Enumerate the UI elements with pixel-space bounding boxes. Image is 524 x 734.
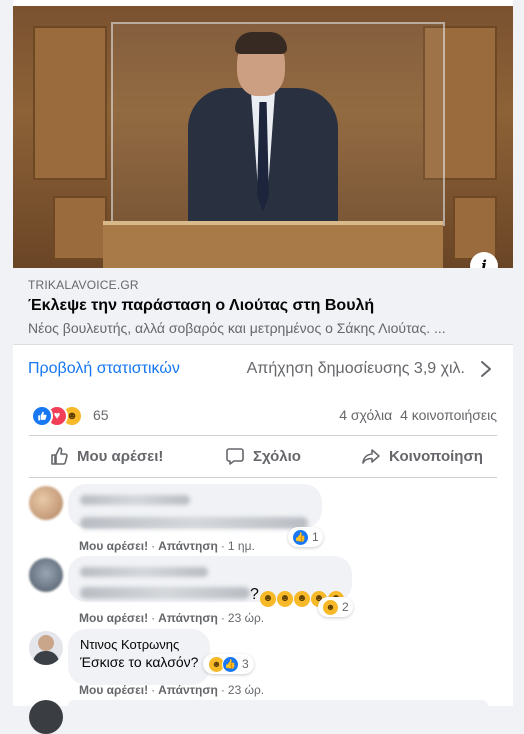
blurred-text (80, 517, 308, 529)
comment-like-link[interactable]: Μου αρέσει! (79, 611, 148, 625)
comment-author[interactable] (80, 492, 310, 510)
like-icon: 👍 (292, 528, 309, 546)
comment-like-link[interactable]: Μου αρέσει! (79, 683, 148, 697)
podium (103, 221, 443, 268)
comment-button[interactable]: Σχόλιο (225, 440, 301, 472)
comment-bubble: ?☻☻☻☻☻ (68, 556, 352, 607)
wood-panel (33, 26, 107, 180)
share-button[interactable]: Κοινοποίηση (361, 440, 483, 472)
comment-reactions[interactable]: ☻ 👍 3 (203, 654, 254, 674)
comment-reactions[interactable]: 👍 1 (288, 527, 323, 547)
comment-reactions[interactable]: ☻ 2 (318, 597, 353, 617)
post-actions: Μου αρέσει! Σχόλιο Κοινοποίηση (13, 436, 513, 476)
like-label: Μου αρέσει! (77, 447, 164, 465)
comment-icon (226, 448, 244, 465)
comment-actions: Μου αρέσει! · Απάντηση · 1 ημ. (79, 539, 255, 553)
comment-author-name[interactable]: Ντινος Κοτρωνης (80, 637, 198, 652)
like-icon: 👍 (222, 655, 239, 673)
reaction-count[interactable]: 65 (93, 407, 109, 423)
share-icon (362, 449, 380, 464)
comment-text: Έσκισε το καλσόν? (80, 654, 199, 670)
link-description: Νέος βουλευτής, αλλά σοβαρός και μετρημέ… (28, 320, 446, 336)
post-reach[interactable]: Απήχηση δημοσίευσης 3,9 χιλ. (247, 360, 465, 378)
comment-time[interactable]: 23 ώρ. (228, 611, 264, 625)
comment-text (80, 516, 310, 534)
chevron-right-icon[interactable] (479, 359, 493, 379)
glass-screen (111, 22, 445, 226)
comment-text: ?☻☻☻☻☻ (80, 586, 344, 607)
wood-panel (453, 196, 497, 260)
reaction-icons[interactable]: ♥ ☻ (31, 405, 91, 427)
comment-label: Σχόλιο (253, 447, 301, 465)
link-title[interactable]: Έκλεψε την παράσταση ο Λιούτας στη Βουλή (28, 297, 374, 315)
post-card: i TRIKALAVOICE.GR Έκλεψε την παράσταση ο… (13, 0, 513, 734)
like-button[interactable]: Μου αρέσει! (49, 440, 163, 472)
comment-bubble (68, 700, 488, 712)
comment-reply-link[interactable]: Απάντηση (158, 539, 218, 553)
comment-like-link[interactable]: Μου αρέσει! (79, 539, 148, 553)
comment-time[interactable]: 1 ημ. (228, 539, 255, 553)
thumbs-up-icon (51, 447, 68, 465)
comment-reply-link[interactable]: Απάντηση (158, 683, 218, 697)
comment-text-value: ? (250, 586, 259, 603)
link-domain: TRIKALAVOICE.GR (28, 278, 139, 292)
comments-count[interactable]: 4 σχόλια (339, 407, 392, 423)
comment-bubble (68, 484, 322, 529)
link-preview-image[interactable] (13, 6, 513, 268)
comment-time[interactable]: 23 ώρ. (228, 683, 264, 697)
divider (29, 477, 497, 478)
shares-count[interactable]: 4 κοινοποιήσεις (400, 407, 497, 423)
blurred-name (80, 567, 208, 577)
avatar[interactable] (29, 631, 63, 665)
haha-icon: ☻ (322, 598, 339, 616)
reaction-count: 2 (342, 600, 349, 614)
comment-actions: Μου αρέσει! · Απάντηση · 23 ώρ. (79, 611, 265, 625)
avatar[interactable] (29, 700, 63, 734)
link-preview-text[interactable]: TRIKALAVOICE.GR Έκλεψε την παράσταση ο Λ… (13, 268, 513, 345)
avatar-body (33, 651, 59, 665)
laughing-emoji-icon: ☻ (276, 591, 293, 607)
comment-author[interactable] (80, 564, 340, 582)
share-label: Κοινοποίηση (389, 447, 483, 465)
comments-shares-count: 4 σχόλια 4 κοινοποιήσεις (339, 407, 497, 423)
like-icon (31, 405, 53, 427)
reaction-count: 1 (312, 530, 319, 544)
wood-panel (53, 196, 107, 260)
laughing-emoji-icon: ☻ (293, 591, 310, 607)
reactions-summary: ♥ ☻ 65 4 σχόλια 4 κοινοποιήσεις (13, 398, 513, 432)
comment-reply-link[interactable]: Απάντηση (158, 611, 218, 625)
avatar[interactable] (29, 558, 63, 592)
blurred-text (80, 587, 250, 599)
view-insights-link[interactable]: Προβολή στατιστικών (28, 360, 180, 378)
insights-row: Προβολή στατιστικών Απήχηση δημοσίευσης … (13, 345, 513, 393)
comment-actions: Μου αρέσει! · Απάντηση · 23 ώρ. (79, 683, 265, 697)
avatar-head (38, 635, 54, 651)
reaction-count: 3 (242, 657, 249, 671)
cool-emoji-icon: ☻ (259, 591, 276, 607)
comment-bubble: Ντινος Κοτρωνης Έσκισε το καλσόν? (68, 629, 211, 685)
avatar[interactable] (29, 486, 63, 520)
blurred-name (80, 495, 190, 505)
